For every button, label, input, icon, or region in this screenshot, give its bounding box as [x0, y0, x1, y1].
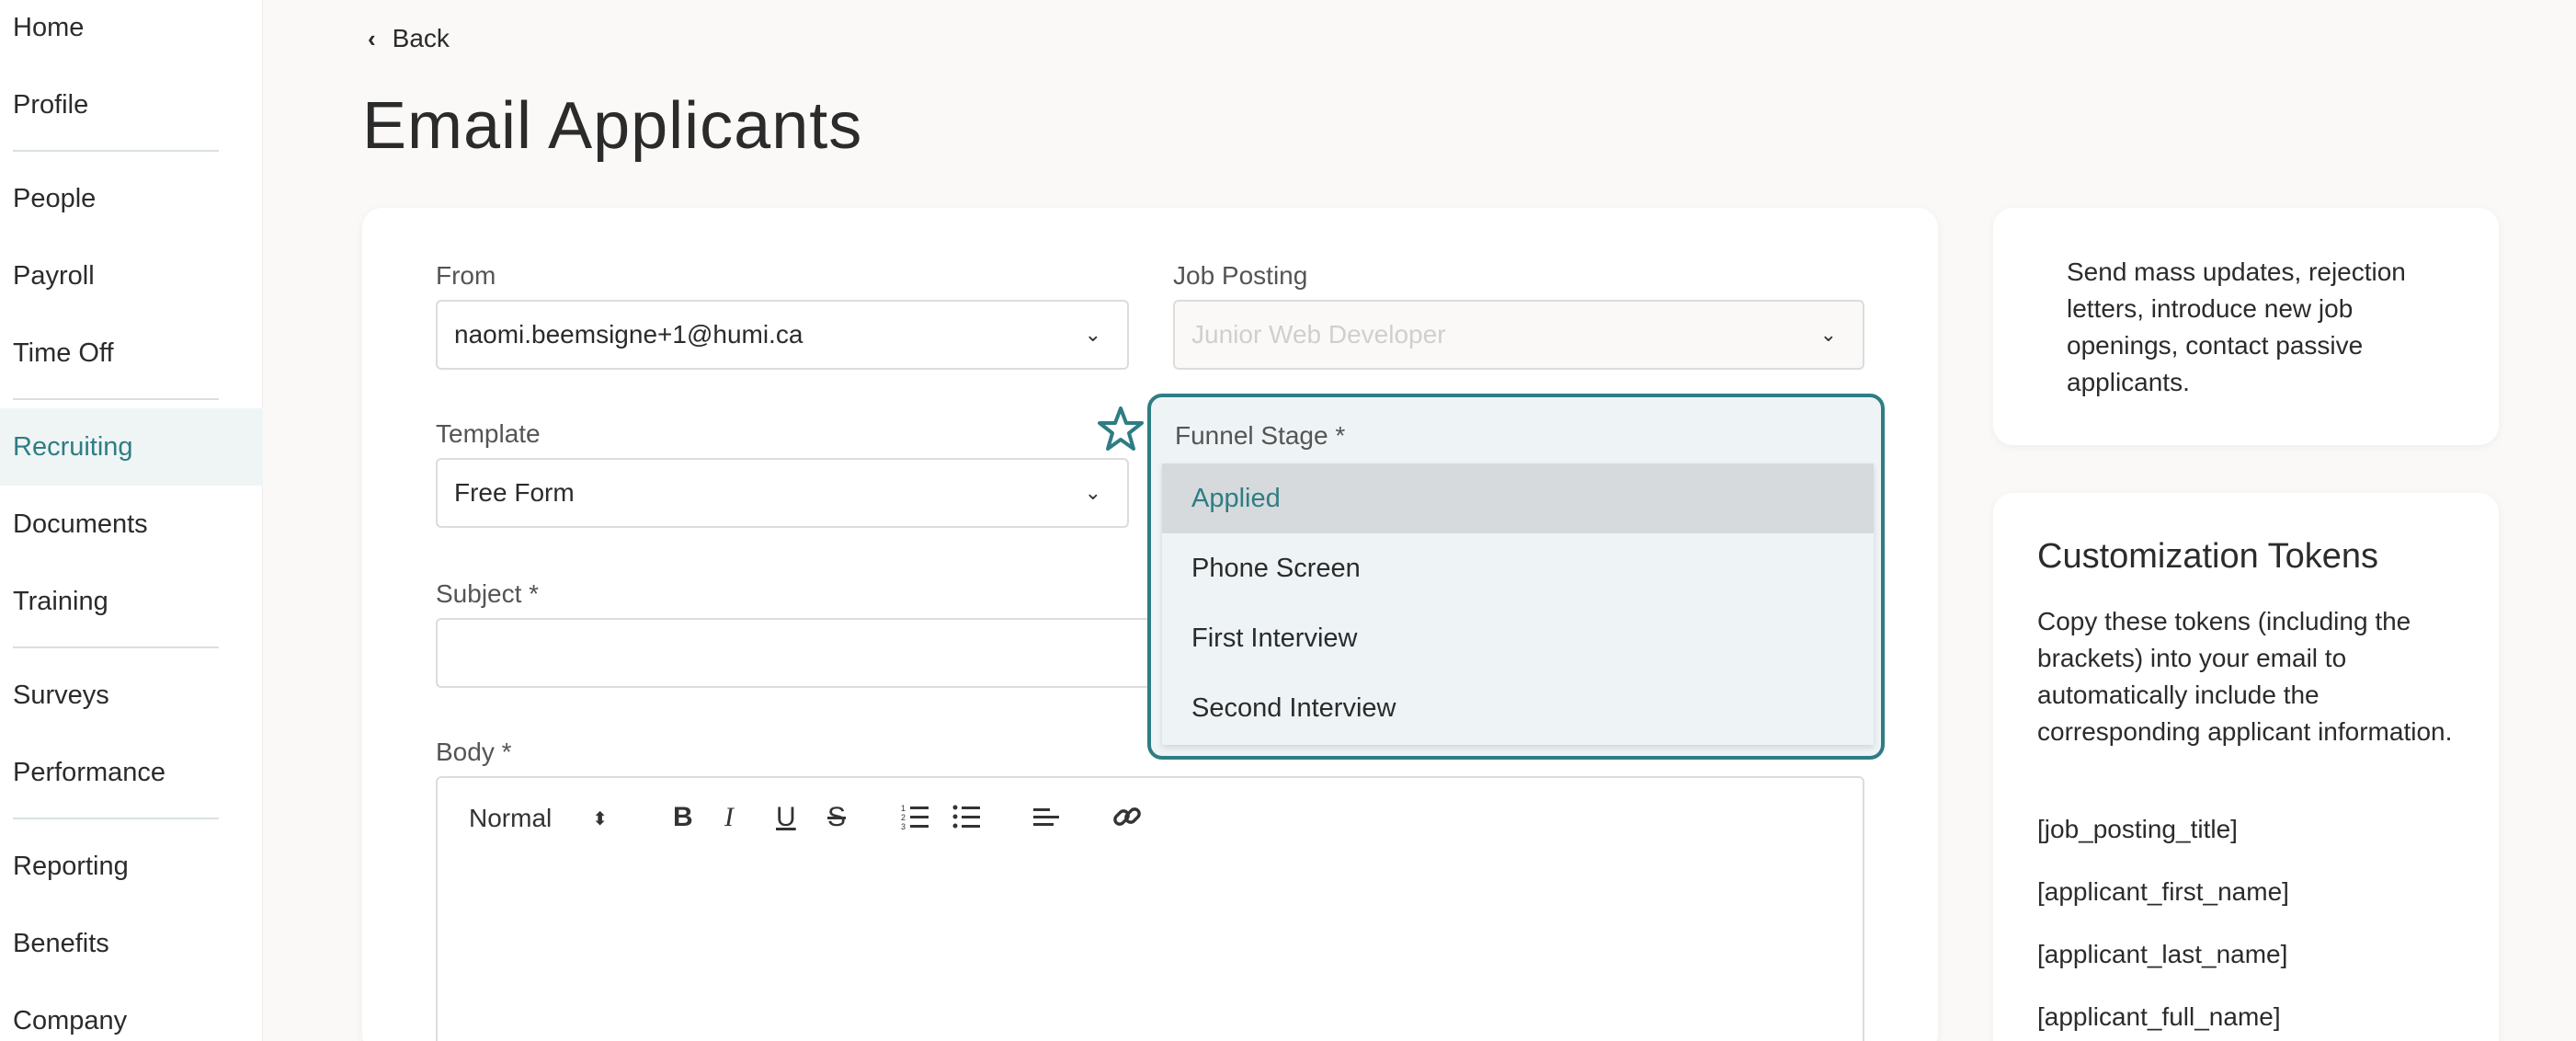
funnel-option-second-interview[interactable]: Second Interview: [1162, 673, 1874, 743]
link-icon[interactable]: [1111, 800, 1144, 833]
sidebar-item-home[interactable]: Home: [0, 0, 263, 66]
funnel-stage-options: Applied Phone Screen First Interview Sec…: [1162, 463, 1874, 745]
token-item: [applicant_last_name]: [2037, 940, 2288, 968]
sidebar-item-company[interactable]: Company: [0, 982, 263, 1041]
ordered-list-icon[interactable]: 123: [901, 802, 930, 831]
align-left-icon[interactable]: [1032, 802, 1061, 831]
sidebar-divider: [13, 150, 219, 152]
template-select[interactable]: Free Form ⌄: [436, 458, 1129, 528]
customization-tokens-card: Customization Tokens Copy these tokens (…: [1993, 493, 2499, 1041]
sidebar-item-profile[interactable]: Profile: [0, 66, 263, 143]
body-editor[interactable]: Normal ⬍ B I U S 123: [436, 776, 1864, 1041]
sidebar-divider: [13, 646, 219, 648]
subject-label: Subject *: [436, 579, 540, 608]
sidebar-item-people[interactable]: People: [0, 160, 263, 237]
bullet-list-icon[interactable]: [952, 802, 982, 831]
job-posting-value: Junior Web Developer: [1191, 320, 1446, 349]
sidebar-divider: [13, 398, 219, 400]
bold-icon[interactable]: B: [673, 802, 693, 833]
sidebar-item-documents[interactable]: Documents: [0, 486, 263, 563]
strikethrough-icon[interactable]: S: [827, 802, 846, 833]
info-card: Send mass updates, rejection letters, in…: [1993, 208, 2499, 445]
template-label: Template: [436, 419, 541, 448]
job-posting-label: Job Posting: [1173, 261, 1308, 290]
sidebar: Home Profile People Payroll Time Off Rec…: [0, 0, 263, 1041]
sidebar-divider: [13, 818, 219, 819]
back-link[interactable]: ‹ Back: [368, 24, 450, 53]
format-select[interactable]: Normal ⬍: [469, 804, 608, 833]
funnel-option-applied[interactable]: Applied: [1162, 463, 1874, 533]
funnel-option-first-interview[interactable]: First Interview: [1162, 603, 1874, 673]
svg-text:3: 3: [901, 822, 906, 831]
chevron-down-icon: ⌄: [1084, 481, 1101, 504]
funnel-option-phone-screen[interactable]: Phone Screen: [1162, 533, 1874, 603]
token-item: [applicant_first_name]: [2037, 877, 2289, 906]
from-label: From: [436, 261, 496, 290]
funnel-stage-label: Funnel Stage *: [1175, 421, 1346, 450]
template-value: Free Form: [454, 478, 575, 507]
page-title: Email Applicants: [362, 89, 863, 163]
sidebar-item-performance[interactable]: Performance: [0, 734, 263, 811]
sidebar-item-reporting[interactable]: Reporting: [0, 828, 263, 905]
back-label: Back: [392, 24, 450, 52]
sidebar-item-payroll[interactable]: Payroll: [0, 237, 263, 315]
editor-toolbar: Normal ⬍ B I U S 123: [438, 778, 1863, 857]
sidebar-item-recruiting[interactable]: Recruiting: [0, 408, 263, 486]
tokens-description: Copy these tokens (including the bracket…: [2037, 607, 2453, 746]
up-down-icon: ⬍: [592, 808, 608, 829]
chevron-left-icon: ‹: [368, 24, 376, 52]
token-item: [applicant_full_name]: [2037, 1002, 2281, 1031]
from-select[interactable]: naomi.beemsigne+1@humi.ca ⌄: [436, 300, 1129, 370]
svg-text:2: 2: [901, 813, 906, 822]
funnel-stage-dropdown[interactable]: Funnel Stage * Applied Phone Screen Firs…: [1147, 394, 1885, 760]
body-label: Body *: [436, 738, 512, 766]
chevron-down-icon: ⌄: [1084, 323, 1101, 346]
sidebar-item-time-off[interactable]: Time Off: [0, 315, 263, 392]
italic-icon[interactable]: I: [724, 802, 734, 833]
token-item: [job_posting_title]: [2037, 815, 2238, 843]
info-text: Send mass updates, rejection letters, in…: [2067, 257, 2406, 396]
tokens-title: Customization Tokens: [2037, 537, 2379, 576]
job-posting-select: Junior Web Developer ⌄: [1173, 300, 1864, 370]
svg-text:1: 1: [901, 804, 906, 813]
sidebar-item-surveys[interactable]: Surveys: [0, 657, 263, 734]
from-value: naomi.beemsigne+1@humi.ca: [454, 320, 804, 349]
star-icon: [1098, 406, 1144, 451]
chevron-down-icon: ⌄: [1819, 323, 1837, 346]
underline-icon[interactable]: U: [776, 802, 796, 833]
sidebar-item-training[interactable]: Training: [0, 563, 263, 640]
sidebar-item-benefits[interactable]: Benefits: [0, 905, 263, 982]
